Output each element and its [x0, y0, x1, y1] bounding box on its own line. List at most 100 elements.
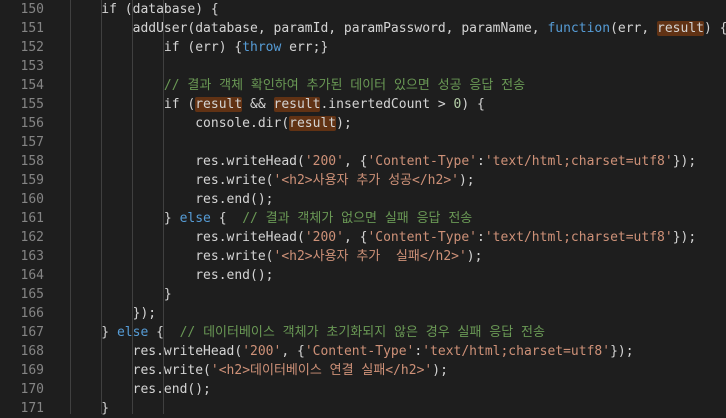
- line-number: 166: [20, 306, 44, 321]
- code-text: }: [70, 399, 109, 418]
- line-number: 163: [20, 249, 44, 264]
- code-line[interactable]: 167 } else { // 데이터베이스 객체가 초기화되지 않은 경우 실…: [0, 323, 726, 342]
- code-line[interactable]: 151 addUser(database, paramId, paramPass…: [0, 19, 726, 38]
- line-number: 150: [20, 2, 44, 17]
- code-token: });: [70, 306, 157, 321]
- code-token: (err,: [610, 21, 658, 36]
- string-token: 'Content-Type': [367, 230, 478, 245]
- code-token: , {: [343, 154, 368, 169]
- line-number: 155: [20, 97, 44, 112]
- string-token: 'text/html;charset=utf8': [484, 154, 673, 169]
- line-number: 159: [20, 173, 44, 188]
- code-line[interactable]: 154 // 결과 객체 확인하여 추가된 데이터 있으면 성공 응답 전송: [0, 76, 726, 95]
- code-text: res.end();: [70, 266, 274, 285]
- code-text: console.dir(result);: [70, 114, 352, 133]
- code-token: addUser(database, paramId, paramPassword…: [70, 21, 548, 36]
- code-token: );: [466, 249, 483, 264]
- code-token: console.dir(: [70, 116, 290, 131]
- line-number: 161: [20, 211, 44, 226]
- code-line[interactable]: 169 res.write('<h2>데이터베이스 연결 실패</h2>');: [0, 361, 726, 380]
- code-token: );: [432, 363, 448, 378]
- code-line[interactable]: 161 } else { // 결과 객체가 없으면 실패 응답 전송: [0, 209, 726, 228]
- code-line[interactable]: 162 res.writeHead('200', {'Content-Type'…: [0, 228, 726, 247]
- code-token: :: [477, 154, 485, 169]
- code-text: if (database) {: [70, 0, 218, 19]
- code-token: res.end();: [70, 192, 274, 207]
- code-line[interactable]: 158 res.writeHead('200', {'Content-Type'…: [0, 152, 726, 171]
- string-token: 'Content-Type': [367, 154, 478, 169]
- code-editor[interactable]: 150 if (database) {151 addUser(database,…: [0, 0, 726, 416]
- line-number: 162: [20, 230, 44, 245]
- code-text: res.writeHead('200', {'Content-Type':'te…: [70, 152, 696, 171]
- code-token: });: [610, 344, 634, 359]
- code-line[interactable]: 155 if (result && result.insertedCount >…: [0, 95, 726, 114]
- line-number: 171: [20, 401, 44, 416]
- code-token: function: [547, 21, 611, 36]
- code-text: res.end();: [70, 380, 211, 399]
- code-token: .insertedCount >: [320, 97, 454, 112]
- code-token: res.writeHead(: [70, 154, 305, 169]
- string-token: '<h2>사용자 추가 실패</h2>': [273, 249, 467, 264]
- code-line[interactable]: 164 res.end();: [0, 266, 726, 285]
- line-number: 165: [20, 287, 44, 302]
- code-text: res.write('<h2>사용자 추가 성공</h2>');: [70, 171, 474, 190]
- code-line[interactable]: 156 console.dir(result);: [0, 114, 726, 133]
- comment-token: // 결과 객체 확인하여 추가된 데이터 있으면 성공 응답 전송: [70, 78, 526, 93]
- code-token: });: [672, 154, 697, 169]
- line-number: 168: [20, 344, 44, 359]
- code-text: addUser(database, paramId, paramPassword…: [70, 19, 726, 38]
- code-line[interactable]: 166 });: [0, 304, 726, 323]
- code-line[interactable]: 160 res.end();: [0, 190, 726, 209]
- code-line[interactable]: 159 res.write('<h2>사용자 추가 성공</h2>');: [0, 171, 726, 190]
- code-line[interactable]: 163 res.write('<h2>사용자 추가 실패</h2>');: [0, 247, 726, 266]
- code-token: ) {: [461, 97, 485, 112]
- code-line[interactable]: 152 if (err) {throw err;}: [0, 38, 726, 57]
- string-token: 'text/html;charset=utf8': [422, 344, 611, 359]
- code-token: else: [116, 325, 149, 340]
- code-token: if (err) {: [70, 40, 243, 55]
- line-number: 151: [20, 21, 44, 36]
- code-token: throw: [242, 40, 282, 55]
- code-token: , {: [343, 230, 368, 245]
- code-token: &&: [242, 97, 274, 112]
- code-token: , {: [281, 344, 305, 359]
- code-token: ) {: [704, 21, 726, 36]
- line-number: 154: [20, 78, 44, 93]
- code-token: res.write(: [70, 363, 211, 378]
- code-token: res.writeHead(: [70, 230, 305, 245]
- code-token: res.end();: [70, 268, 274, 283]
- line-number: 164: [20, 268, 44, 283]
- code-line[interactable]: 170 res.end();: [0, 380, 726, 399]
- highlighted-token: result: [657, 21, 704, 36]
- code-token: );: [336, 116, 352, 131]
- code-token: }: [70, 287, 172, 302]
- code-token: if (: [70, 97, 196, 112]
- code-text: });: [70, 304, 156, 323]
- code-text: res.write('<h2>데이터베이스 연결 실패</h2>');: [70, 361, 448, 380]
- highlighted-token: result: [289, 116, 337, 131]
- highlighted-token: result: [273, 97, 321, 112]
- line-number: 156: [20, 116, 44, 131]
- code-line[interactable]: 150 if (database) {: [0, 0, 726, 19]
- string-token: 'Content-Type': [304, 344, 415, 359]
- code-text: res.write('<h2>사용자 추가 실패</h2>');: [70, 247, 482, 266]
- code-token: });: [672, 230, 697, 245]
- code-text: res.writeHead('200', {'Content-Type':'te…: [70, 228, 696, 247]
- code-line[interactable]: 168 res.writeHead('200', {'Content-Type'…: [0, 342, 726, 361]
- code-token: }: [70, 211, 180, 226]
- string-token: '200': [304, 154, 344, 169]
- code-text: } else { // 데이터베이스 객체가 초기화되지 않은 경우 실패 응답…: [70, 323, 545, 342]
- code-token: {: [148, 325, 180, 340]
- code-token: res.write(: [70, 249, 274, 264]
- line-number: 167: [20, 325, 44, 340]
- line-number: 170: [20, 382, 44, 397]
- code-line[interactable]: 157: [0, 133, 726, 152]
- code-line[interactable]: 171 }: [0, 399, 726, 418]
- code-line[interactable]: 153: [0, 57, 726, 76]
- string-token: '<h2>데이터베이스 연결 실패</h2>': [210, 363, 433, 378]
- string-token: '200': [304, 230, 344, 245]
- line-number: 152: [20, 40, 44, 55]
- code-line[interactable]: 165 }: [0, 285, 726, 304]
- highlighted-token: result: [195, 97, 243, 112]
- line-number: 169: [20, 363, 44, 378]
